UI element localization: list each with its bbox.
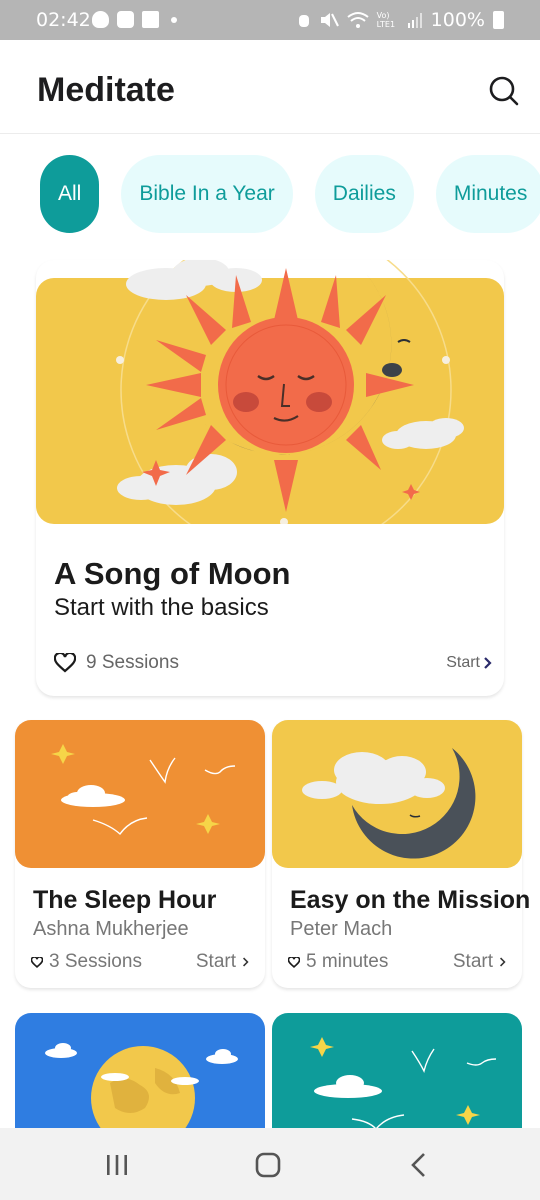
featured-start-button[interactable]: Start — [446, 654, 492, 672]
app-badge-icon — [117, 11, 134, 28]
battery-icon — [493, 11, 504, 29]
page-title: Meditate — [37, 71, 175, 109]
home-icon[interactable] — [253, 1150, 283, 1180]
status-time: 02:42 — [36, 9, 91, 31]
heart-icon[interactable] — [288, 956, 300, 968]
filter-chip-bible-in-a-year[interactable]: Bible In a Year — [121, 155, 293, 233]
chevron-right-icon — [243, 957, 249, 967]
session-card-partial-globe[interactable] — [15, 1013, 265, 1143]
card-meta-text: 5 minutes — [306, 951, 389, 972]
card-author: Peter Mach — [290, 918, 393, 940]
cloud-moon-illustration — [272, 720, 522, 868]
notification-icons — [92, 11, 177, 28]
shield-icon — [92, 11, 109, 28]
battery-percent: 100% — [430, 9, 485, 31]
search-button[interactable] — [488, 75, 520, 107]
image-icon — [142, 11, 159, 28]
card-start-label: Start — [452, 951, 493, 972]
featured-sessions: 9 Sessions — [54, 652, 179, 674]
card-start-button[interactable]: Start — [453, 951, 506, 973]
night-sky-illustration — [15, 720, 265, 868]
card-title: The Sleep Hour — [33, 886, 217, 914]
recent-apps-icon[interactable] — [102, 1150, 132, 1180]
featured-start-label: Start — [446, 654, 480, 671]
filter-chip-all[interactable]: All — [40, 155, 100, 233]
system-icons: Vo) LTE1 100% — [297, 9, 504, 31]
mute-icon — [320, 13, 339, 27]
card-meta: 3 Sessions — [31, 951, 142, 973]
card-meta-text: 3 Sessions — [49, 951, 142, 972]
featured-subtitle: Start with the basics — [54, 594, 269, 621]
chevron-right-icon — [500, 957, 506, 967]
featured-title: A Song of Moon — [54, 556, 291, 591]
featured-sessions-count: 9 Sessions — [86, 652, 179, 673]
card-start-label: Start — [195, 951, 236, 972]
card-start-button[interactable]: Start — [196, 951, 249, 973]
more-notifications-dot-icon — [171, 16, 177, 23]
system-navigation-bar — [0, 1128, 540, 1200]
card-author: Ashna Mukherjee — [33, 918, 189, 940]
teal-sky-illustration — [272, 1013, 522, 1143]
featured-card[interactable]: A Song of Moon Start with the basics 9 S… — [36, 260, 504, 696]
signal-icon — [407, 13, 422, 28]
card-meta: 5 minutes — [288, 951, 388, 973]
session-card-easy-on-the-mission[interactable]: Easy on the Mission Peter Mach 5 minutes… — [272, 720, 530, 988]
filter-chip-minutes[interactable]: Minutes — [435, 155, 540, 233]
filter-chip-dailies[interactable]: Dailies — [314, 155, 414, 233]
filter-chips: All Bible In a Year Dailies Minutes — [40, 155, 540, 233]
back-icon[interactable] — [404, 1150, 434, 1180]
alarm-icon — [298, 15, 309, 27]
network-label: Vo) LTE1 — [376, 11, 396, 29]
heart-icon[interactable] — [54, 653, 76, 673]
chevron-right-icon — [484, 657, 492, 669]
globe-illustration — [15, 1013, 265, 1143]
card-title: Easy on the Mission — [290, 886, 531, 914]
wifi-icon — [347, 12, 369, 28]
heart-icon[interactable] — [31, 956, 43, 968]
session-card-partial-teal[interactable] — [272, 1013, 522, 1143]
search-icon — [489, 76, 519, 106]
sun-moon-illustration — [36, 260, 504, 524]
app-header: Meditate — [0, 40, 540, 134]
status-bar: 02:42 Vo) LTE1 100% — [0, 0, 540, 40]
session-card-sleep-hour[interactable]: The Sleep Hour Ashna Mukherjee 3 Session… — [15, 720, 265, 988]
